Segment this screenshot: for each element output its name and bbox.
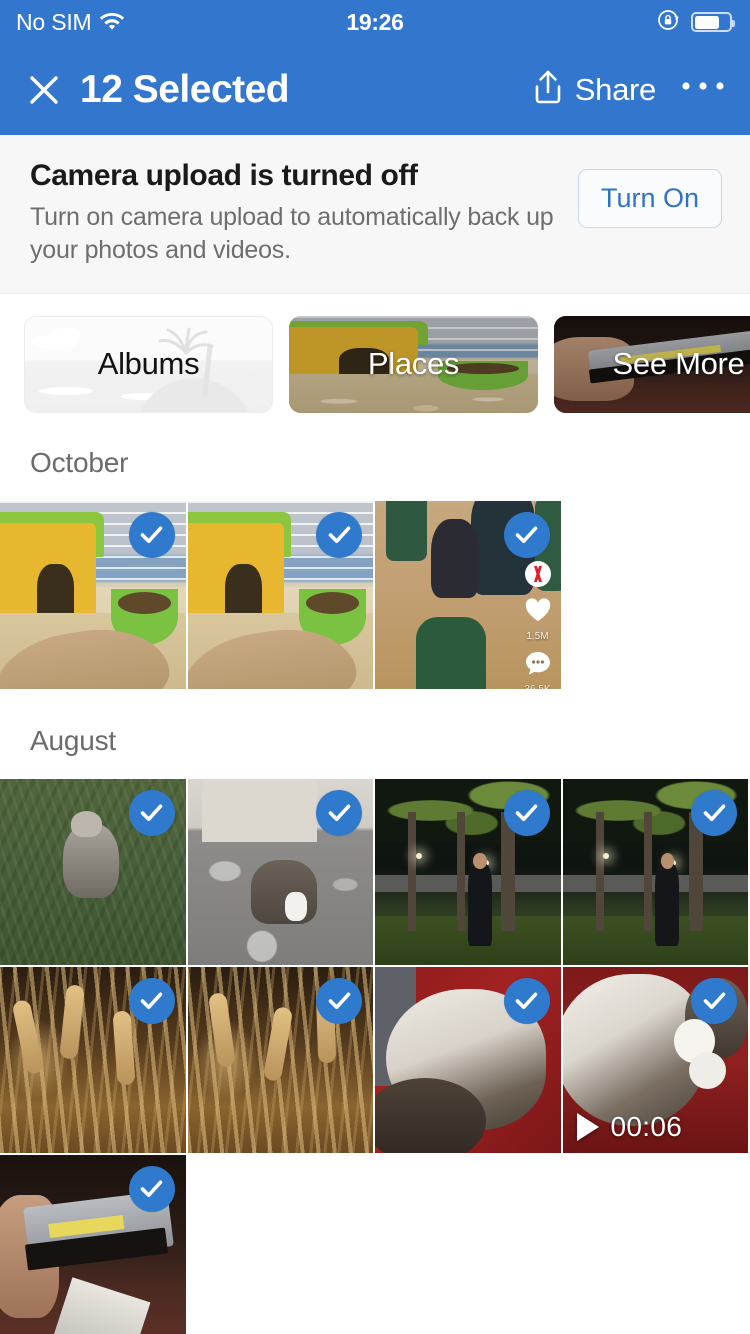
video-tile[interactable]: 00:06 [562, 966, 750, 1155]
photo-tile[interactable] [375, 778, 563, 967]
selection-checkmark[interactable] [316, 977, 362, 1024]
card-see-more[interactable]: See More [554, 315, 750, 413]
banner-subtitle: Turn on camera upload to automatically b… [30, 202, 554, 264]
rotation-lock-icon [655, 7, 681, 38]
photo-tile[interactable] [187, 966, 375, 1155]
card-places[interactable]: Places [289, 315, 538, 413]
photo-tile[interactable]: 1.5M 36.5K Share [375, 500, 563, 691]
selection-checkmark[interactable] [316, 789, 362, 836]
clock-label: 19:26 [346, 8, 404, 35]
category-cards-row[interactable]: Albums Places See More [0, 294, 750, 413]
avatar [523, 559, 553, 589]
nav-bar: 12 Selected Share [0, 44, 750, 135]
status-bar: No SIM 19:26 [0, 0, 750, 44]
banner-text: Camera upload is turned off Turn on came… [30, 157, 564, 267]
social-overlay: 1.5M 36.5K Share [523, 559, 553, 691]
share-button[interactable]: Share [525, 62, 662, 117]
section-heading-august: August [30, 724, 116, 756]
selection-checkmark[interactable] [691, 977, 737, 1024]
selection-checkmark[interactable] [503, 977, 550, 1024]
selection-checkmark[interactable] [128, 977, 175, 1024]
card-label: See More [612, 346, 745, 381]
selection-checkmark[interactable] [128, 511, 175, 558]
camera-upload-banner: Camera upload is turned off Turn on came… [0, 135, 750, 294]
nav-actions: Share [525, 62, 734, 117]
photo-tile[interactable] [0, 778, 188, 967]
photo-grid-august: 00:06 [0, 778, 750, 1334]
photo-tile[interactable] [0, 500, 188, 691]
comment-icon [523, 648, 553, 678]
turn-on-button[interactable]: Turn On [577, 169, 722, 228]
photo-grid-october: 1.5M 36.5K Share [0, 500, 750, 691]
selection-checkmark[interactable] [128, 1165, 175, 1212]
photo-tile[interactable] [0, 1154, 188, 1334]
photo-tile[interactable] [562, 778, 750, 967]
selection-checkmark[interactable] [503, 789, 550, 836]
comment-count: 36.5K [524, 683, 551, 691]
battery-icon [691, 12, 735, 32]
photo-tile[interactable] [187, 500, 375, 691]
share-label: Share [574, 71, 657, 107]
photo-tile[interactable] [0, 966, 188, 1155]
card-label: Places [367, 346, 460, 381]
selection-checkmark[interactable] [691, 789, 737, 836]
photos-selection-screen: No SIM 19:26 12 Selected Share Camera up… [0, 0, 750, 1334]
more-options-icon[interactable] [668, 70, 734, 109]
heart-icon [523, 595, 553, 625]
banner-title: Camera upload is turned off [30, 159, 418, 192]
share-icon [531, 68, 565, 111]
play-icon [576, 1112, 599, 1141]
video-duration-badge: 00:06 [576, 1110, 683, 1143]
video-duration-label: 00:06 [610, 1110, 683, 1142]
card-albums[interactable]: Albums [24, 315, 273, 413]
selection-checkmark[interactable] [128, 789, 175, 836]
card-label: Albums [97, 346, 200, 381]
page-title: 12 Selected [80, 67, 290, 111]
photo-tile[interactable] [375, 966, 563, 1155]
like-count: 1.5M [526, 630, 549, 642]
section-heading-october: October [30, 446, 129, 478]
status-bar-right [655, 7, 735, 38]
selection-checkmark[interactable] [316, 511, 362, 558]
photo-tile[interactable] [187, 778, 375, 967]
selection-checkmark[interactable] [503, 511, 550, 558]
close-icon[interactable] [22, 68, 66, 112]
